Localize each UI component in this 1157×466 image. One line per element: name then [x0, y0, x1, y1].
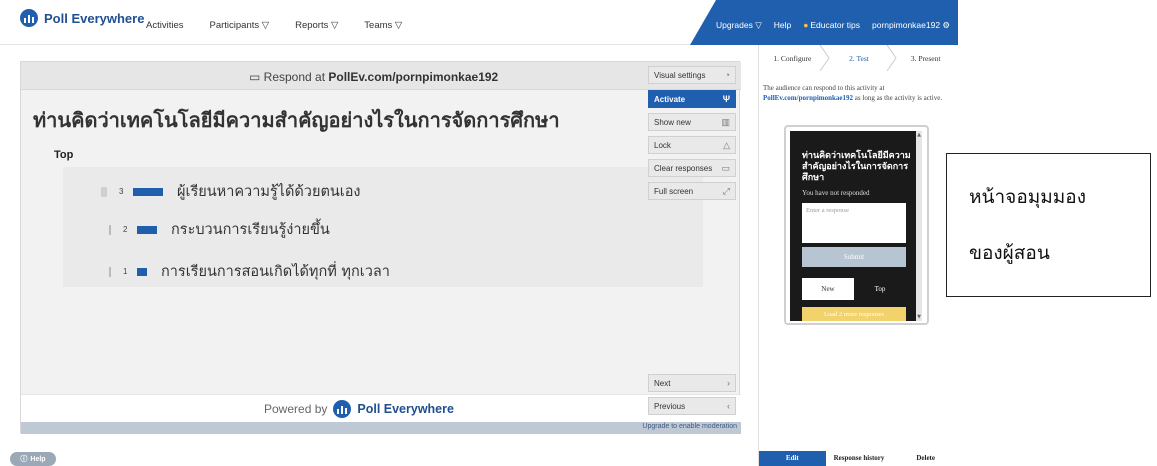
- response-history-tab[interactable]: Response history: [825, 451, 893, 466]
- activate-button[interactable]: Activate Ψ: [648, 90, 736, 108]
- drag-handle-icon[interactable]: [109, 266, 111, 277]
- presentation-stage: ▭ Respond at PollEv.com/pornpimonkae192 …: [20, 61, 741, 434]
- annotation-line-2: ของผู้สอน: [969, 242, 1050, 264]
- lock-icon: △: [723, 139, 730, 150]
- nav-activities[interactable]: Activities: [146, 20, 183, 31]
- phone-screen: ท่านคิดว่าเทคโนโลยีมีความสำคัญอย่างไรในก…: [790, 131, 922, 321]
- lock-button[interactable]: Lock △: [648, 136, 736, 154]
- account-nav: Upgrades ▽ Help ● Educator tips pornpimon…: [716, 20, 950, 31]
- app-name: Poll Everywhere: [44, 10, 145, 26]
- poll-everywhere-screen: Poll Everywhere Activities Participants …: [0, 0, 1157, 466]
- result-text: กระบวนการเรียนรู้ง่ายขึ้น: [171, 222, 330, 238]
- nav-upgrades[interactable]: Upgrades ▽: [716, 20, 762, 31]
- tip-dot-icon: ●: [803, 20, 809, 30]
- result-text: การเรียนการสอนเกิดได้ทุกที่ ทุกเวลา: [161, 264, 390, 280]
- question-title: ท่านคิดว่าเทคโนโลยีมีความสำคัญอย่างไรในก…: [33, 108, 560, 132]
- step-separator-icon: [886, 45, 897, 71]
- visual-settings-button[interactable]: Visual settings ◔: [648, 66, 736, 84]
- test-instructions: The audience can respond to this activit…: [763, 84, 943, 102]
- poll-everywhere-logo-icon: [20, 9, 38, 27]
- result-text: ผู้เรียนหาความรู้ได้ด้วยตนเอง: [177, 184, 361, 200]
- phone-response-input[interactable]: Enter a response: [802, 203, 906, 243]
- chevron-right-icon: ›: [727, 378, 730, 388]
- respond-instructions: ▭ Respond at PollEv.com/pornpimonkae192: [249, 70, 499, 84]
- result-row: 2 กระบวนการเรียนรู้ง่ายขึ้น: [109, 218, 330, 241]
- drag-handle-icon[interactable]: [101, 186, 107, 197]
- panel-bottom-tabs: Edit Response history Delete: [759, 451, 960, 466]
- next-button[interactable]: Next ›: [648, 374, 736, 392]
- poll-everywhere-logo-icon: [333, 400, 352, 418]
- result-bar: [137, 267, 147, 276]
- result-count: 3: [119, 187, 124, 196]
- annotation-line-1: หน้าจอมุมมอง: [969, 186, 1086, 208]
- phone-tab-top[interactable]: Top: [854, 278, 906, 300]
- fullscreen-icon: ⤢: [722, 185, 730, 196]
- result-row: 3 ผู้เรียนหาความรู้ได้ด้วยตนเอง: [101, 180, 361, 203]
- step-separator-icon: [819, 45, 830, 71]
- stage-footer: Powered by Poll Everywhere: [21, 394, 741, 422]
- app-logo[interactable]: Poll Everywhere: [20, 9, 144, 27]
- nav-reports[interactable]: Reports ▽: [295, 20, 338, 31]
- help-icon: ⓘ: [20, 456, 28, 463]
- moderation-upgrade-bar: Upgrade to enable moderation: [21, 422, 741, 434]
- step-tabs: 1. Configure 2. Test 3. Present: [759, 49, 959, 69]
- full-screen-button[interactable]: Full screen ⤢: [648, 182, 736, 200]
- broadcast-icon: Ψ: [722, 94, 730, 104]
- powered-by: Powered by Poll Everywhere: [264, 400, 454, 418]
- paint-icon: ◔: [724, 70, 730, 80]
- respond-url: PollEv.com/pornpimonkae192: [328, 70, 499, 84]
- previous-button[interactable]: Previous ‹: [648, 397, 736, 415]
- top-navigation: Poll Everywhere Activities Participants …: [0, 0, 958, 45]
- nav-educator-tips[interactable]: ● Educator tips: [803, 20, 860, 31]
- scroll-down-icon[interactable]: ▼: [916, 314, 922, 320]
- results-sort-label: Top: [54, 149, 74, 161]
- panel-icon: ▥: [721, 116, 730, 127]
- scroll-up-icon[interactable]: ▲: [916, 132, 922, 138]
- annotation-callout: หน้าจอมุมมอง ของผู้สอน: [946, 153, 1151, 297]
- phone-tab-new[interactable]: New: [802, 278, 854, 300]
- drag-handle-icon[interactable]: [109, 224, 111, 235]
- phone-submit-button[interactable]: Submit: [802, 247, 906, 267]
- result-count: 2: [123, 225, 128, 234]
- help-button[interactable]: ⓘ Help: [10, 452, 56, 466]
- step-configure[interactable]: 1. Configure: [759, 49, 826, 69]
- nav-participants[interactable]: Participants ▽: [209, 20, 269, 31]
- nav-help[interactable]: Help: [774, 20, 791, 31]
- phone-question: ท่านคิดว่าเทคโนโลยีมีความสำคัญอย่างไรในก…: [802, 151, 911, 183]
- clear-responses-button[interactable]: Clear responses ▭: [648, 159, 736, 177]
- main-nav: Activities Participants ▽ Reports ▽ Team…: [146, 20, 402, 31]
- phone-sort-tabs: New Top: [802, 278, 906, 300]
- test-panel: 1. Configure 2. Test 3. Present The audi…: [758, 45, 960, 466]
- result-row: 1 การเรียนการสอนเกิดได้ทุกที่ ทุกเวลา: [109, 260, 390, 283]
- step-test[interactable]: 2. Test: [826, 49, 893, 69]
- phone-response-status: You have not responded: [802, 189, 870, 197]
- phone-load-more-button[interactable]: Load 2 more responses: [802, 307, 906, 321]
- participant-preview: ท่านคิดว่าเทคโนโลยีมีความสำคัญอย่างไรในก…: [784, 125, 929, 325]
- result-bar: [133, 187, 163, 196]
- respond-banner: ▭ Respond at PollEv.com/pornpimonkae192: [21, 62, 741, 90]
- screen-icon: ▭: [249, 70, 264, 84]
- phone-scrollbar[interactable]: ▲ ▼: [916, 131, 922, 321]
- trash-icon: ▭: [721, 162, 730, 173]
- panel-respond-url[interactable]: PollEv.com/pornpimonkae192: [763, 94, 853, 102]
- step-present[interactable]: 3. Present: [892, 49, 959, 69]
- result-bar: [137, 225, 157, 234]
- upgrade-moderation-link[interactable]: Upgrade to enable moderation: [642, 423, 737, 430]
- nav-user-menu[interactable]: pornpimonkae192 ⚙: [872, 20, 950, 31]
- show-new-button[interactable]: Show new ▥: [648, 113, 736, 131]
- nav-teams[interactable]: Teams ▽: [364, 20, 402, 31]
- result-count: 1: [123, 267, 128, 276]
- chevron-left-icon: ‹: [727, 401, 730, 411]
- edit-tab[interactable]: Edit: [759, 451, 826, 466]
- delete-tab[interactable]: Delete: [892, 451, 960, 466]
